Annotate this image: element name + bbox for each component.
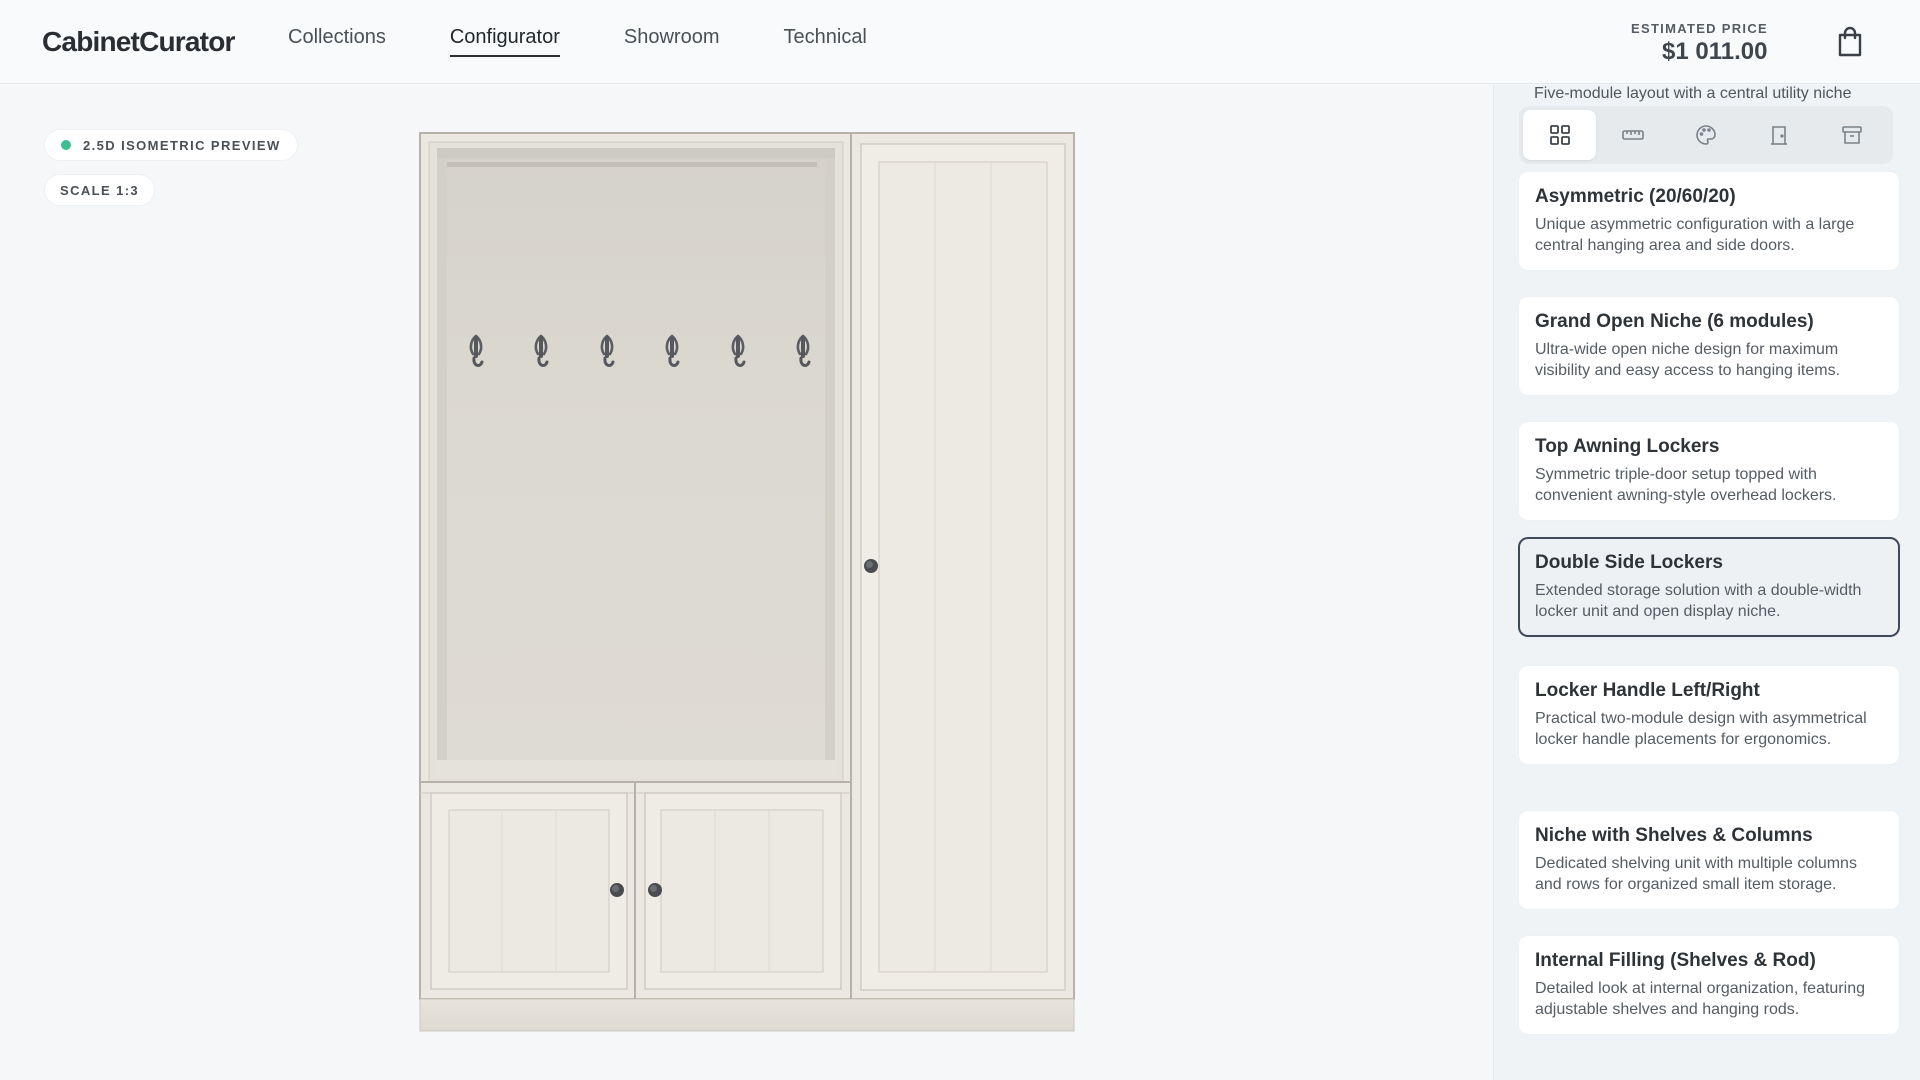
- panel-toolbar: [1519, 106, 1893, 164]
- nav-configurator[interactable]: Configurator: [449, 26, 560, 57]
- tab-layout[interactable]: [1523, 110, 1597, 160]
- layout-card-description: Extended storage solution with a double-…: [1535, 582, 1862, 620]
- ruler-icon: [1621, 130, 1644, 140]
- door-icon: [1771, 126, 1788, 145]
- preview-mode-label: 2.5D ISOMETRIC PREVIEW: [83, 137, 281, 153]
- layout-card-grand-open-niche[interactable]: Grand Open Niche (6 modules) Ultra-wide …: [1518, 296, 1900, 396]
- layout-card-niche-shelves-columns[interactable]: Niche with Shelves & Columns Dedicated s…: [1518, 810, 1900, 910]
- layout-card-description: Ultra-wide open niche design for maximum…: [1535, 341, 1841, 379]
- nav-showroom[interactable]: Showroom: [624, 26, 720, 55]
- preview-mode-badge: 2.5D ISOMETRIC PREVIEW: [44, 129, 298, 161]
- layout-card-description: Unique asymmetric configuration with a l…: [1535, 216, 1855, 254]
- layout-card-description: Symmetric triple-door setup topped with …: [1535, 466, 1837, 504]
- layout-card-title: Grand Open Niche (6 modules): [1535, 311, 1814, 332]
- layout-card-title: Niche with Shelves & Columns: [1535, 825, 1813, 846]
- top-header: CabinetCurator Collections Configurator …: [0, 0, 1920, 84]
- estimated-price-value: $1 011.00: [1662, 38, 1768, 65]
- tab-storage[interactable]: [1816, 110, 1889, 160]
- layout-panel: Five-module layout with a central utilit…: [1493, 85, 1920, 1080]
- layout-card-internal-filling[interactable]: Internal Filling (Shelves & Rod) Detaile…: [1518, 935, 1900, 1035]
- nav-collections[interactable]: Collections: [288, 26, 386, 55]
- status-dot-icon: [61, 140, 71, 150]
- cabinet-preview: [419, 132, 1075, 1032]
- layout-card-title: Double Side Lockers: [1535, 552, 1723, 573]
- layout-card-title: Locker Handle Left/Right: [1535, 680, 1760, 701]
- layout-card-description: Dedicated shelving unit with multiple co…: [1535, 855, 1857, 893]
- tab-doors[interactable]: [1743, 110, 1816, 160]
- main-nav: Collections Configurator Showroom Techni…: [288, 26, 867, 57]
- estimated-price-label: ESTIMATED PRICE: [1631, 21, 1768, 36]
- scale-badge: SCALE 1:3: [44, 174, 156, 206]
- layout-card-title: Asymmetric (20/60/20): [1535, 186, 1736, 207]
- layout-card-double-side-lockers[interactable]: Double Side Lockers Extended storage sol…: [1518, 537, 1900, 637]
- palette-icon: [1696, 125, 1716, 145]
- partial-layout-description: Five-module layout with a central utilit…: [1534, 85, 1852, 102]
- logo[interactable]: CabinetCurator: [42, 26, 235, 58]
- layout-card-title: Top Awning Lockers: [1535, 436, 1720, 457]
- shopping-bag-icon[interactable]: [1836, 26, 1864, 58]
- layout-card-top-awning-lockers[interactable]: Top Awning Lockers Symmetric triple-door…: [1518, 421, 1900, 521]
- layout-card-description: Practical two-module design with asymmet…: [1535, 710, 1867, 748]
- archive-icon: [1842, 126, 1863, 144]
- layout-card-asymmetric[interactable]: Asymmetric (20/60/20) Unique asymmetric …: [1518, 171, 1900, 271]
- grid-icon: [1549, 125, 1570, 145]
- nav-technical[interactable]: Technical: [784, 26, 867, 55]
- layout-card-title: Internal Filling (Shelves & Rod): [1535, 950, 1816, 971]
- tab-dimensions[interactable]: [1596, 110, 1669, 160]
- layout-card-description: Detailed look at internal organization, …: [1535, 980, 1865, 1018]
- layout-card-locker-handle[interactable]: Locker Handle Left/Right Practical two-m…: [1518, 665, 1900, 765]
- scale-label: SCALE 1:3: [60, 182, 140, 198]
- tab-colors[interactable]: [1669, 110, 1742, 160]
